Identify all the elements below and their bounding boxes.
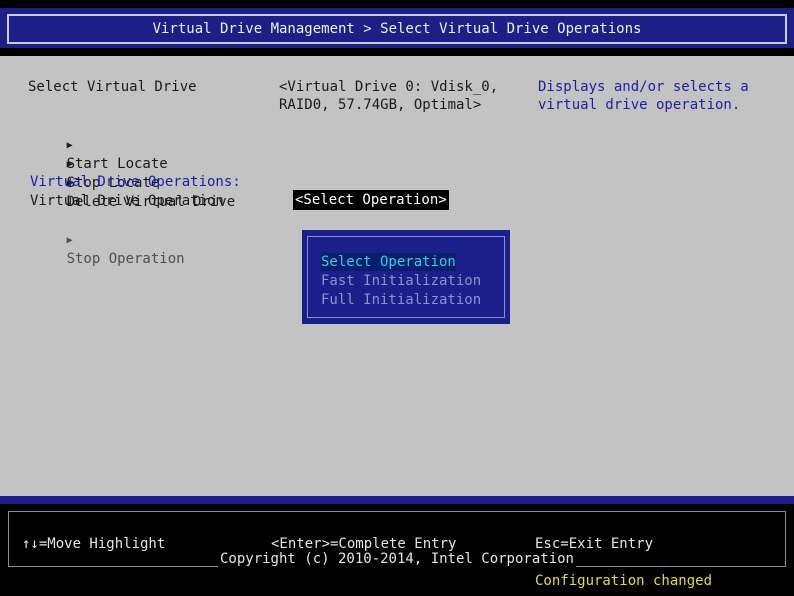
- select-virtual-drive-label: Select Virtual Drive: [28, 79, 197, 95]
- vd-operation-select[interactable]: <Select Operation>: [293, 190, 449, 210]
- operation-popup: Select Operation Fast Initialization Ful…: [302, 230, 510, 324]
- option-fast-initialization[interactable]: Fast Initialization: [321, 272, 481, 290]
- status-divider: [0, 496, 794, 504]
- copyright-notice: Copyright (c) 2010-2014, Intel Corporati…: [0, 551, 794, 567]
- hint-move-highlight: ↑↓=Move Highlight: [22, 536, 166, 552]
- option-select-operation[interactable]: Select Operation: [321, 253, 456, 271]
- stop-operation-item[interactable]: ▶ Stop Operation: [16, 211, 185, 288]
- section-heading-vd-operations: Virtual Drive Operations:: [30, 174, 241, 190]
- select-virtual-drive-value[interactable]: <Virtual Drive 0: Vdisk_0,: [279, 78, 498, 97]
- hint-exit-entry: Esc=Exit Entry: [535, 536, 654, 552]
- copyright-text: Copyright (c) 2010-2014, Intel Corporati…: [217, 551, 576, 567]
- bios-screen: Virtual Drive Management > Select Virtua…: [0, 0, 794, 596]
- select-virtual-drive-value-cont[interactable]: RAID0, 57.74GB, Optimal>: [279, 96, 481, 115]
- operation-popup-frame: Select Operation Fast Initialization Ful…: [307, 236, 505, 318]
- help-text-line1: Displays and/or selects a: [538, 79, 749, 95]
- title-frame: Virtual Drive Management > Select Virtua…: [7, 14, 787, 44]
- config-changed-message: Configuration changed: [535, 573, 713, 589]
- option-full-initialization[interactable]: Full Initialization: [321, 291, 481, 309]
- status-area: ↑↓=Move Highlight <Enter>=Complete Entry…: [0, 504, 794, 596]
- hint-complete-entry: <Enter>=Complete Entry: [271, 536, 457, 552]
- help-text-line2: virtual drive operation.: [538, 97, 741, 113]
- stop-operation-label: Stop Operation: [66, 251, 185, 267]
- title-bar: Virtual Drive Management > Select Virtua…: [0, 8, 794, 48]
- main-panel: Select Virtual Drive <Virtual Drive 0: V…: [0, 56, 794, 500]
- triangle-right-icon: ▶: [66, 235, 73, 246]
- page-title: Virtual Drive Management > Select Virtua…: [152, 21, 642, 37]
- vd-operation-label: Virtual Drive Operation: [30, 193, 224, 209]
